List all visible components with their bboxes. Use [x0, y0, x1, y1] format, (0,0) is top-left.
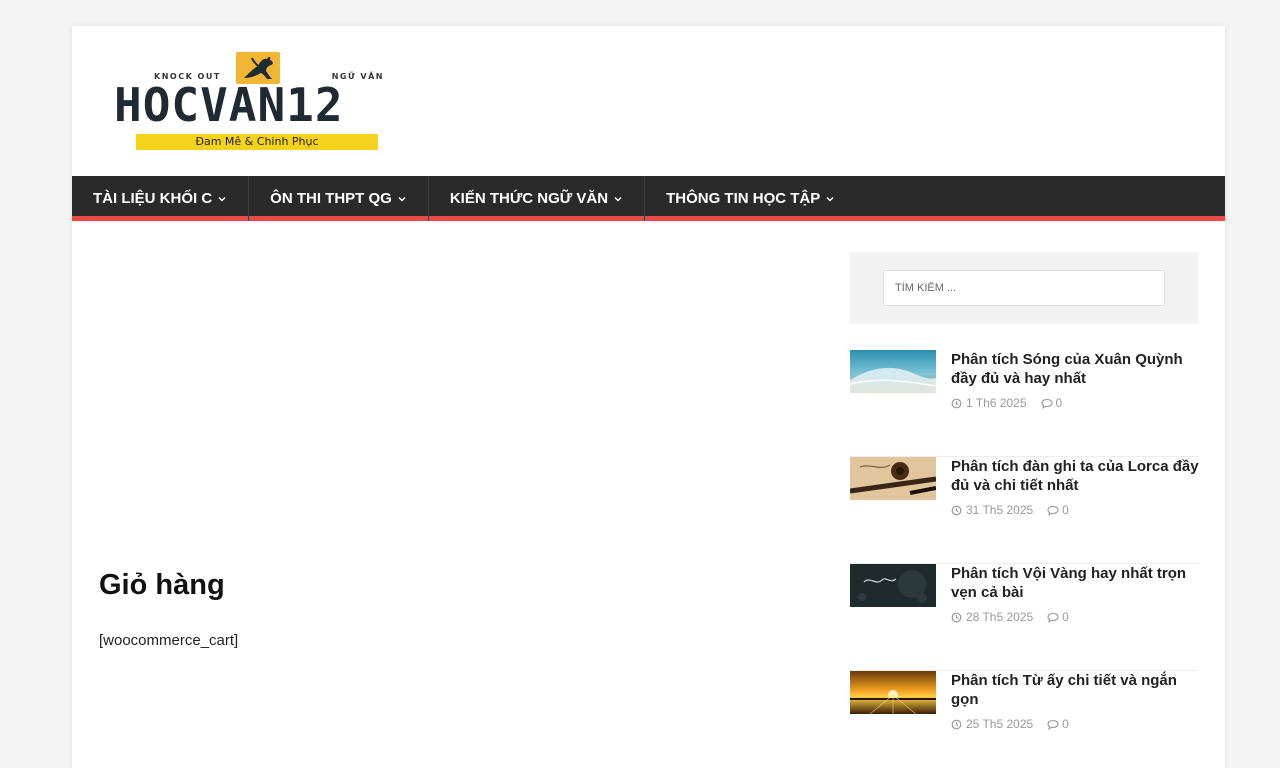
nav-item-label: KIẾN THỨC NGỮ VĂN [449, 190, 609, 207]
logo-tagline: Đam Mê & Chinh Phục [136, 134, 378, 150]
post-thumbnail[interactable] [850, 350, 936, 393]
post-date: 1 Th6 2025 [966, 396, 1027, 410]
chevron-down-icon [613, 194, 623, 204]
post-comment-count: 0 [1062, 610, 1069, 624]
list-item: Phân tích Từ ấy chi tiết và ngắn gọn 25 … [850, 671, 1198, 768]
post-comments-link[interactable]: 0 [1047, 610, 1069, 624]
post-title-link[interactable]: Phân tích Vội Vàng hay nhất trọn vẹn cả … [951, 564, 1201, 602]
comment-icon [1047, 612, 1059, 623]
main-navigation: TÀI LIỆU KHỐI C ÔN THI THPT QG KIẾN THỨC… [72, 176, 1225, 221]
comment-icon [1040, 398, 1053, 409]
page-title: Giỏ hàng [99, 569, 225, 601]
chevron-down-icon [825, 194, 835, 204]
nav-item-tai-lieu-khoi-c[interactable]: TÀI LIỆU KHỐI C [72, 176, 250, 221]
clock-icon [951, 719, 962, 730]
chevron-down-icon [217, 194, 227, 204]
post-meta: 1 Th6 2025 0 [951, 396, 1062, 410]
post-meta: 31 Th5 2025 0 [951, 503, 1069, 517]
post-comment-count: 0 [1055, 396, 1063, 410]
list-item: Phân tích đàn ghi ta của Lorca đầy đủ và… [850, 457, 1201, 564]
post-meta: 28 Th5 2025 0 [951, 610, 1069, 624]
post-thumbnail[interactable] [850, 671, 936, 714]
post-date: 31 Th5 2025 [966, 503, 1034, 517]
search-input[interactable] [883, 270, 1165, 306]
list-item: Phân tích Sóng của Xuân Quỳnh đầy đủ và … [850, 350, 1198, 457]
nav-item-label: THÔNG TIN HỌC TẬP [666, 190, 821, 207]
clock-icon [951, 505, 962, 516]
nav-item-on-thi-thpt-qg[interactable]: ÔN THI THPT QG [249, 176, 429, 221]
logo-wordmark: HOCVAN12 [114, 78, 344, 132]
site-header: KNOCK OUT NGỮ VĂN HOCVAN12 Đam Mê & Chin… [72, 26, 1225, 176]
post-thumbnail[interactable] [850, 457, 936, 500]
recent-posts-list: Phân tích Sóng của Xuân Quỳnh đầy đủ và … [850, 350, 1201, 768]
post-comment-count: 0 [1062, 503, 1069, 517]
page-container: KNOCK OUT NGỮ VĂN HOCVAN12 Đam Mê & Chin… [72, 26, 1225, 768]
post-comments-link[interactable]: 0 [1040, 396, 1063, 410]
post-title-link[interactable]: Phân tích Sóng của Xuân Quỳnh đầy đủ và … [951, 350, 1201, 388]
post-comment-count: 0 [1062, 717, 1069, 731]
post-comments-link[interactable]: 0 [1047, 503, 1069, 517]
list-item: Phân tích Vội Vàng hay nhất trọn vẹn cả … [850, 564, 1198, 671]
page-body-text: [woocommerce_cart] [99, 632, 239, 649]
nav-item-kien-thuc-ngu-van[interactable]: KIẾN THỨC NGỮ VĂN [429, 176, 646, 221]
post-date: 25 Th5 2025 [966, 717, 1034, 731]
clock-icon [951, 612, 962, 623]
nav-item-thong-tin-hoc-tap[interactable]: THÔNG TIN HỌC TẬP [645, 176, 856, 221]
post-title-link[interactable]: Phân tích Từ ấy chi tiết và ngắn gọn [951, 671, 1201, 709]
clock-icon [951, 398, 962, 409]
site-logo[interactable]: KNOCK OUT NGỮ VĂN HOCVAN12 Đam Mê & Chin… [114, 50, 404, 156]
post-meta: 25 Th5 2025 0 [951, 717, 1069, 731]
post-date: 28 Th5 2025 [966, 610, 1034, 624]
comment-icon [1047, 719, 1059, 730]
post-title-link[interactable]: Phân tích đàn ghi ta của Lorca đầy đủ và… [951, 457, 1201, 495]
chevron-down-icon [397, 194, 407, 204]
nav-item-label: ÔN THI THPT QG [270, 190, 392, 207]
sidebar-search-widget [850, 252, 1198, 324]
post-comments-link[interactable]: 0 [1047, 717, 1069, 731]
nav-item-label: TÀI LIỆU KHỐI C [93, 190, 213, 207]
comment-icon [1047, 505, 1059, 516]
post-thumbnail[interactable] [850, 564, 936, 607]
